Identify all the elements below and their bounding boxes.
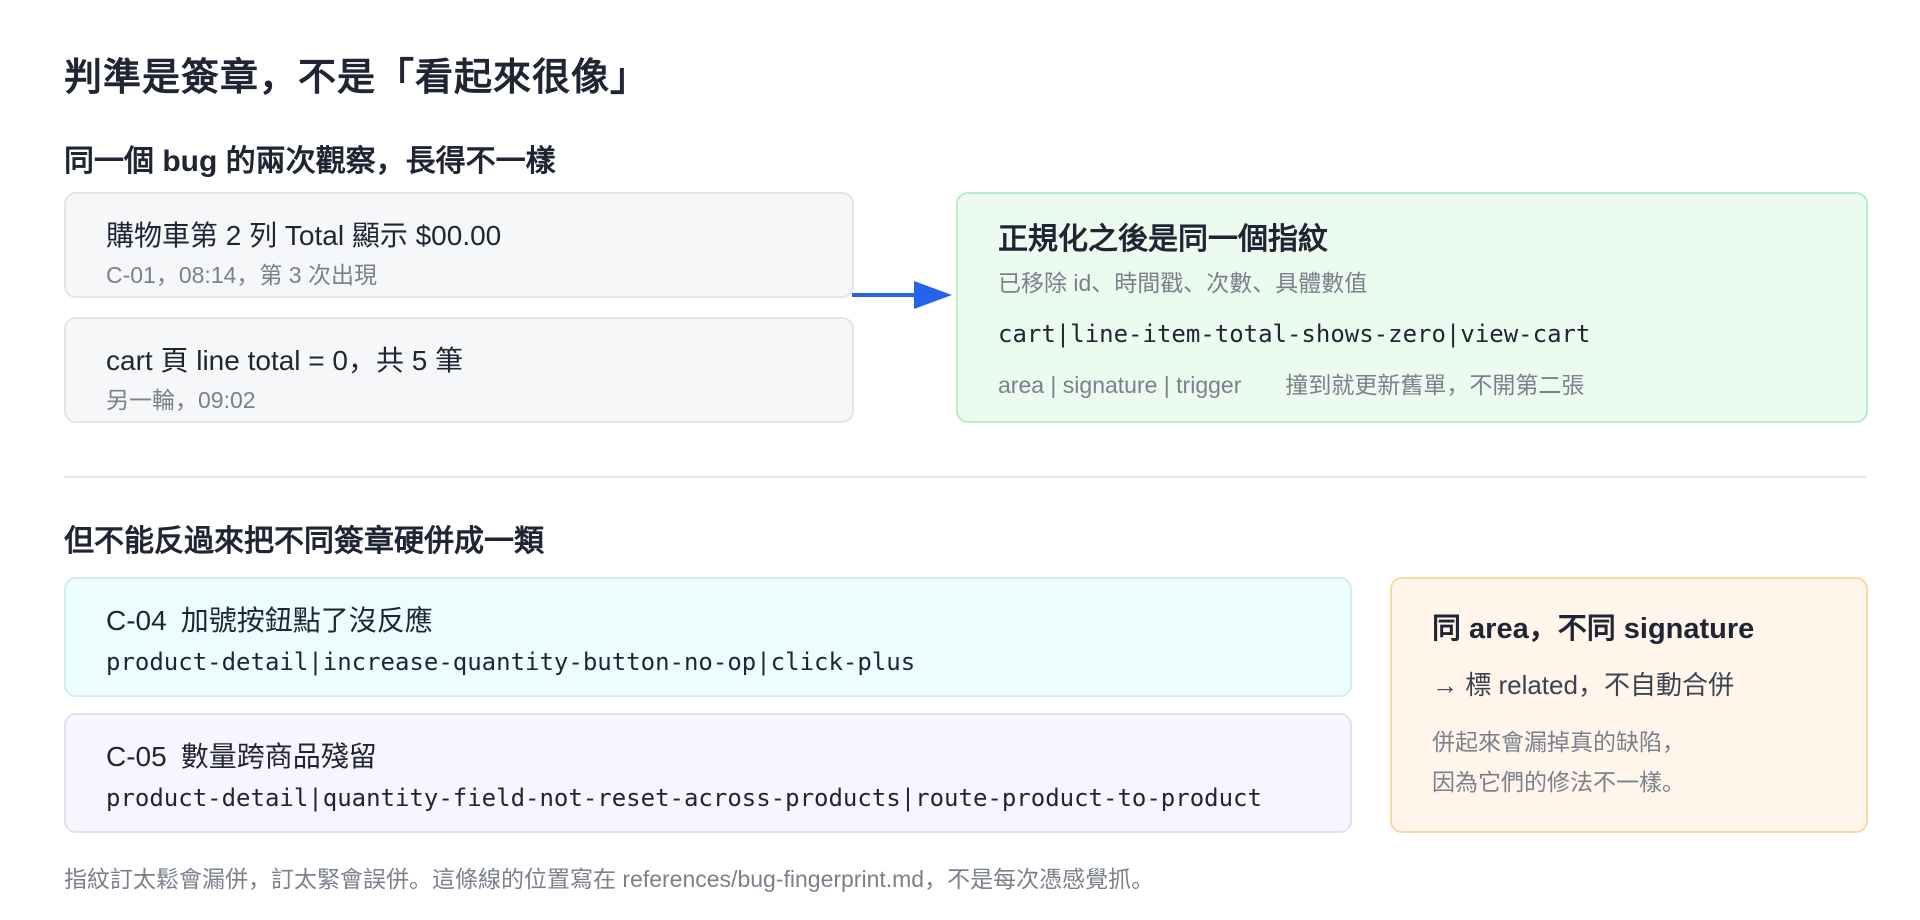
section-heading-no-merge: 但不能反過來把不同簽章硬併成一類	[64, 525, 544, 558]
case-card-c04: C-04 加號按鈕點了沒反應 product-detail|increase-qu…	[64, 577, 1352, 697]
related-note-heading: 同 area，不同 signature	[1432, 613, 1755, 645]
case-c05-title: C-05 數量跨商品殘留	[106, 735, 377, 775]
case-c05-desc: 數量跨商品殘留	[180, 741, 377, 772]
observation-2-main: cart 頁 line total = 0，共 5 筆	[106, 345, 464, 376]
case-c04-fingerprint: product-detail|increase-quantity-button-…	[106, 648, 916, 676]
related-note-action: → 標 related，不自動合併	[1432, 670, 1734, 700]
case-c05-fingerprint: product-detail|quantity-field-not-reset-…	[106, 784, 1262, 812]
page-title: 判準是簽章，不是「看起來很像」	[64, 57, 650, 99]
case-c04-desc: 加號按鈕點了沒反應	[180, 605, 433, 636]
dedupe-action: 撞到就更新舊單，不開第二張	[1285, 372, 1585, 398]
fingerprint-legend-row: area | signature | trigger 撞到就更新舊單，不開第二張	[998, 366, 1584, 400]
case-c04-title: C-04 加號按鈕點了沒反應	[106, 599, 433, 639]
removed-fields-note: 已移除 id、時間戳、次數、具體數值	[998, 270, 1368, 296]
related-note-card: 同 area，不同 signature → 標 related，不自動合併 併起…	[1390, 577, 1868, 833]
observation-1-sub: C-01，08:14，第 3 次出現	[106, 262, 377, 288]
observation-1-main: 購物車第 2 列 Total 顯示 $00.00	[106, 220, 502, 251]
arrow-right-icon	[852, 281, 952, 309]
observation-card-1: 購物車第 2 列 Total 顯示 $00.00 C-01，08:14，第 3 …	[64, 192, 854, 298]
case-card-c05: C-05 數量跨商品殘留 product-detail|quantity-fiel…	[64, 713, 1352, 833]
normalized-fingerprint: cart|line-item-total-shows-zero|view-car…	[998, 320, 1591, 348]
footer-note: 指紋訂太鬆會漏併，訂太緊會誤併。這條線的位置寫在 references/bug-…	[64, 866, 1155, 892]
related-note-reason-2: 因為它們的修法不一樣。	[1432, 769, 1685, 795]
section-divider	[64, 476, 1866, 478]
case-c05-id: C-05	[106, 741, 167, 772]
fingerprint-legend: area | signature | trigger	[998, 372, 1242, 398]
observation-card-2: cart 頁 line total = 0，共 5 筆 另一輪，09:02	[64, 317, 854, 423]
fingerprint-result-card: 正規化之後是同一個指紋 已移除 id、時間戳、次數、具體數值 cart|line…	[956, 192, 1868, 423]
case-c04-id: C-04	[106, 605, 167, 636]
fingerprint-result-heading: 正規化之後是同一個指紋	[998, 223, 1328, 256]
observation-2-sub: 另一輪，09:02	[106, 387, 256, 413]
related-note-reason-1: 併起來會漏掉真的缺陷，	[1432, 729, 1685, 755]
section-heading-same-bug: 同一個 bug 的兩次觀察，長得不一樣	[64, 145, 556, 178]
